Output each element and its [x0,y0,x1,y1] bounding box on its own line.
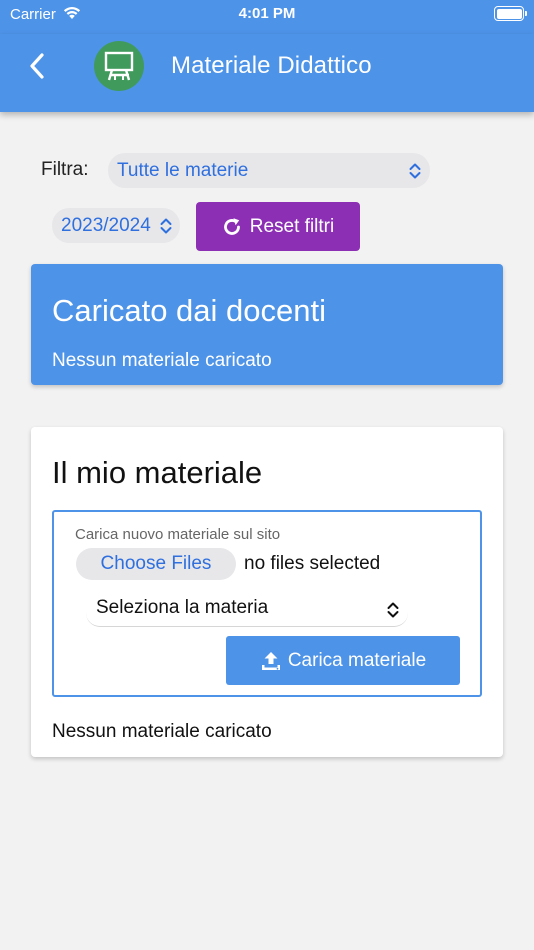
battery-icon [494,6,527,21]
page-title: Materiale Didattico [171,52,372,79]
app-logo [94,41,144,91]
subject-select-value: Seleziona la materia [96,597,269,618]
app-header: Materiale Didattico [0,34,534,112]
upload-form: Carica nuovo materiale sul sito Choose F… [52,510,482,697]
subject-select[interactable]: Seleziona la materia [86,590,408,627]
upload-material-button[interactable]: Carica materiale [226,636,460,685]
teacher-materials-title: Caricato dai docenti [52,293,326,328]
chevron-left-icon [30,53,44,79]
reset-filters-label: Reset filtri [249,215,335,237]
refresh-icon [223,217,240,235]
year-filter-select[interactable]: 2023/2024 [52,208,180,243]
choose-files-button[interactable]: Choose Files [76,548,236,580]
teacher-materials-empty: Nessun materiale caricato [52,350,272,371]
blackboard-icon [104,51,134,81]
filter-label: Filtra: [41,159,89,180]
select-chevron-icon [387,602,399,618]
upload-caption: Carica nuovo materiale sul sito [75,526,281,543]
reset-filters-button[interactable]: Reset filtri [196,202,360,251]
upload-icon [261,651,280,670]
subject-filter-value: Tutte le materie [117,159,249,181]
my-materials-title: Il mio materiale [52,455,263,490]
no-files-text: no files selected [244,553,381,574]
select-chevron-icon [160,218,172,234]
status-bar: Carrier 4:01 PM [0,0,534,34]
clock: 4:01 PM [238,5,296,22]
back-button[interactable] [22,50,52,82]
teacher-materials-card: Caricato dai docenti Nessun materiale ca… [31,264,503,385]
file-input: Choose Files no files selected [76,548,380,580]
year-filter-value: 2023/2024 [61,214,151,236]
my-materials-empty: Nessun materiale caricato [52,721,272,742]
my-materials-card: Il mio materiale Carica nuovo materiale … [31,427,503,757]
select-chevron-icon [409,163,421,179]
subject-filter-select[interactable]: Tutte le materie [108,153,430,188]
upload-material-label: Carica materiale [287,649,427,671]
